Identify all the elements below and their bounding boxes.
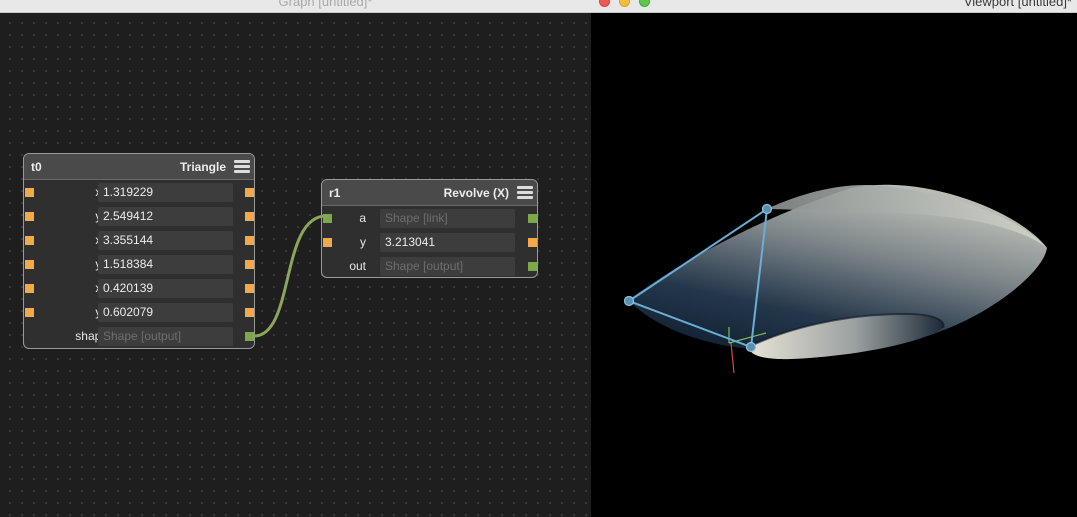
node-t0-triangle[interactable]: t0 Triangle x0 1.319229 y0 2.549412 x1 3… <box>23 153 255 349</box>
param-label-out: out <box>349 259 366 273</box>
param-row-out: out Shape [output] <box>322 254 537 278</box>
param-field-shape: Shape [output] <box>98 327 233 346</box>
viewport-window-title: Viewport [untitled]* <box>963 0 1072 9</box>
output-port-x1[interactable] <box>245 236 254 245</box>
triangle-vertex-handle[interactable] <box>623 295 635 307</box>
param-row-a: a Shape [link] <box>322 206 537 230</box>
close-icon[interactable] <box>599 0 610 7</box>
output-port-y[interactable] <box>528 238 537 247</box>
output-port-y2[interactable] <box>245 308 254 317</box>
viewport-window: Viewport [untitled]* <box>591 0 1077 517</box>
output-port-y1[interactable] <box>245 260 254 269</box>
param-row-x0: x0 1.319229 <box>24 180 254 204</box>
hamburger-menu-icon[interactable] <box>517 186 533 200</box>
triangle-vertex-handle[interactable] <box>745 341 757 353</box>
minimize-icon[interactable] <box>619 0 630 7</box>
param-field-y1[interactable]: 1.518384 <box>98 255 233 274</box>
node-type-label: Triangle <box>179 160 226 174</box>
viewport-3d-canvas[interactable] <box>591 13 1077 517</box>
output-port-x2[interactable] <box>245 284 254 293</box>
param-label-a: a <box>359 211 366 225</box>
param-row-y: y 3.213041 <box>322 230 537 254</box>
param-field-y2[interactable]: 0.602079 <box>98 303 233 322</box>
param-field-x2[interactable]: 0.420139 <box>98 279 233 298</box>
param-field-x0[interactable]: 1.319229 <box>98 183 233 202</box>
param-row-x2: x2 0.420139 <box>24 276 254 300</box>
param-field-y[interactable]: 3.213041 <box>380 233 515 252</box>
graph-window-title: Graph [untitled]* <box>278 0 373 9</box>
graph-titlebar[interactable]: Graph [untitled]* <box>0 0 591 13</box>
output-port-y0[interactable] <box>245 212 254 221</box>
viewport-titlebar[interactable]: Viewport [untitled]* <box>591 0 1077 13</box>
param-row-shape: shape Shape [output] <box>24 324 254 348</box>
node-id-label[interactable]: r1 <box>329 186 340 200</box>
output-port-a[interactable] <box>528 214 537 223</box>
param-label-y: y <box>360 235 366 249</box>
output-port-out[interactable] <box>528 262 537 271</box>
triangle-vertex-handle[interactable] <box>761 203 773 215</box>
param-field-out: Shape [output] <box>380 257 515 276</box>
node-type-label: Revolve (X) <box>443 186 509 200</box>
param-field-a: Shape [link] <box>380 209 515 228</box>
param-row-y0: y0 2.549412 <box>24 204 254 228</box>
param-row-y1: y1 1.518384 <box>24 252 254 276</box>
node-id-label[interactable]: t0 <box>31 160 42 174</box>
revolved-shape-model <box>628 184 1047 360</box>
graph-window: Graph [untitled]* t0 Triangle x0 1.31922… <box>0 0 591 517</box>
hamburger-menu-icon[interactable] <box>234 160 250 174</box>
node-r1-revolve[interactable]: r1 Revolve (X) a Shape [link] y 3.213041… <box>321 179 538 278</box>
maximize-icon[interactable] <box>639 0 650 7</box>
param-row-y2: y2 0.602079 <box>24 300 254 324</box>
param-field-x1[interactable]: 3.355144 <box>98 231 233 250</box>
output-port-shape[interactable] <box>245 332 254 341</box>
output-port-x0[interactable] <box>245 188 254 197</box>
param-row-x1: x1 3.355144 <box>24 228 254 252</box>
param-field-y0[interactable]: 2.549412 <box>98 207 233 226</box>
node-r1-header[interactable]: r1 Revolve (X) <box>322 180 537 206</box>
node-t0-header[interactable]: t0 Triangle <box>24 154 254 180</box>
